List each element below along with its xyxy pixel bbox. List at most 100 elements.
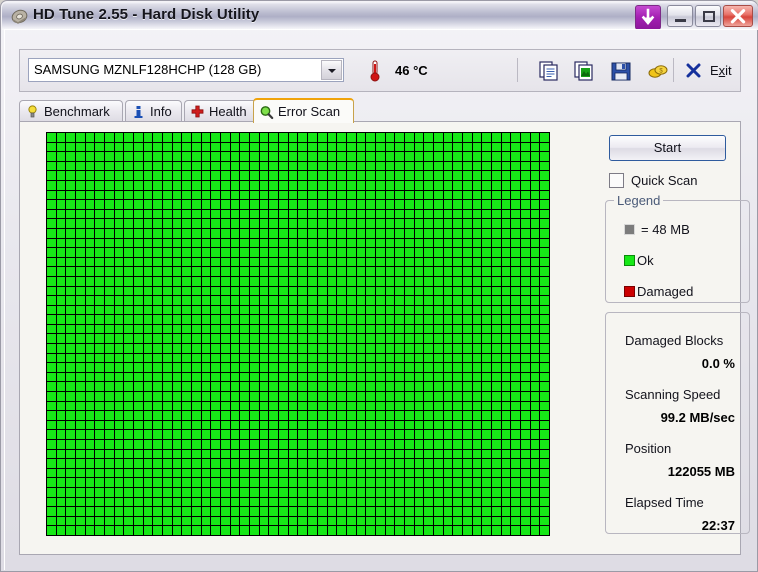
block-cell xyxy=(163,440,172,449)
copy-icon[interactable] xyxy=(538,60,560,82)
block-cell xyxy=(482,238,491,248)
block-cell xyxy=(366,315,375,324)
block-cell xyxy=(491,440,501,449)
block-cell xyxy=(134,449,143,459)
block-cell xyxy=(385,478,395,488)
block-cell xyxy=(540,430,549,440)
block-cell xyxy=(182,507,192,516)
quick-scan-checkbox[interactable] xyxy=(609,173,624,188)
block-cell xyxy=(76,315,85,324)
block-cell xyxy=(163,190,172,200)
block-cell xyxy=(259,190,269,200)
block-cell xyxy=(308,142,317,152)
block-cell xyxy=(230,382,240,392)
block-cell xyxy=(482,459,491,468)
block-cell xyxy=(163,363,172,372)
block-cell xyxy=(540,488,549,497)
close-button[interactable] xyxy=(723,5,753,27)
block-cell xyxy=(337,392,346,401)
block-cell xyxy=(433,200,443,209)
support-coins-icon[interactable]: $ xyxy=(647,60,669,82)
block-cell xyxy=(453,257,462,267)
download-arrow-button[interactable] xyxy=(635,5,661,30)
block-cell xyxy=(259,161,269,171)
block-cell xyxy=(47,276,56,286)
tab-info[interactable]: Info xyxy=(125,100,182,122)
tab-error-scan[interactable]: Error Scan xyxy=(253,98,354,123)
start-button[interactable]: Start xyxy=(609,135,726,161)
block-cell xyxy=(462,488,472,497)
thermometer-icon xyxy=(368,60,382,82)
block-cell xyxy=(327,430,337,440)
block-cell xyxy=(66,449,76,459)
block-cell xyxy=(346,382,356,392)
block-cell xyxy=(95,401,105,411)
block-cell xyxy=(424,488,433,497)
block-cell xyxy=(85,315,95,324)
block-map[interactable] xyxy=(46,132,550,536)
block-cell xyxy=(288,248,298,257)
block-cell xyxy=(395,286,404,296)
block-cell xyxy=(250,344,259,353)
block-cell xyxy=(66,382,76,392)
block-cell xyxy=(105,209,114,219)
block-cell xyxy=(250,190,259,200)
block-cell xyxy=(163,488,172,497)
block-cell xyxy=(259,209,269,219)
minimize-button[interactable] xyxy=(667,5,693,27)
block-cell xyxy=(433,315,443,324)
block-cell xyxy=(491,468,501,478)
block-cell xyxy=(76,142,85,152)
exit-x-icon[interactable] xyxy=(686,63,701,78)
block-cell xyxy=(85,200,95,209)
block-cell xyxy=(298,209,308,219)
exit-button[interactable]: Exit xyxy=(710,63,732,78)
block-cell xyxy=(288,142,298,152)
block-cell xyxy=(337,507,346,516)
block-cell xyxy=(511,488,520,497)
block-cell xyxy=(105,305,114,315)
block-cell xyxy=(153,497,163,507)
block-cell xyxy=(201,276,211,286)
block-cell xyxy=(482,257,491,267)
chevron-down-icon[interactable] xyxy=(321,60,342,80)
block-cell xyxy=(95,363,105,372)
block-cell xyxy=(85,133,95,142)
block-cell xyxy=(56,276,66,286)
block-cell xyxy=(395,516,404,526)
block-cell xyxy=(85,171,95,180)
block-cell xyxy=(95,449,105,459)
tab-benchmark[interactable]: Benchmark xyxy=(19,100,123,122)
block-cell xyxy=(66,228,76,238)
block-cell xyxy=(424,161,433,171)
block-cell xyxy=(375,248,385,257)
block-cell xyxy=(375,209,385,219)
block-cell xyxy=(182,392,192,401)
block-cell xyxy=(76,180,85,190)
title-bar[interactable]: HD Tune 2.55 - Hard Disk Utility xyxy=(2,2,758,30)
block-cell xyxy=(530,411,540,420)
block-cell xyxy=(279,209,288,219)
block-cell xyxy=(95,507,105,516)
block-cell xyxy=(540,324,549,334)
block-cell xyxy=(482,133,491,142)
block-cell xyxy=(240,497,250,507)
block-cell xyxy=(511,459,520,468)
block-cell xyxy=(530,161,540,171)
copy-screenshot-icon[interactable] xyxy=(573,60,595,82)
block-cell xyxy=(85,497,95,507)
drive-select[interactable]: SAMSUNG MZNLF128HCHP (128 GB) xyxy=(28,58,344,82)
block-cell xyxy=(250,459,259,468)
block-cell xyxy=(375,276,385,286)
block-grid[interactable] xyxy=(46,132,550,536)
block-cell xyxy=(472,526,482,535)
maximize-button[interactable] xyxy=(695,5,721,27)
block-cell xyxy=(172,257,182,267)
block-cell xyxy=(134,171,143,180)
block-cell xyxy=(221,238,230,248)
save-icon[interactable] xyxy=(610,60,632,82)
tab-health[interactable]: Health xyxy=(184,100,262,122)
block-cell xyxy=(385,440,395,449)
block-cell xyxy=(192,526,201,535)
block-cell xyxy=(192,353,201,363)
